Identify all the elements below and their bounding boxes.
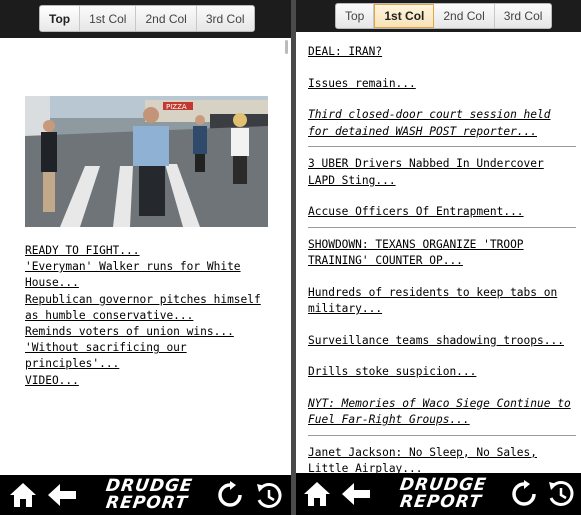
logo-line-2: REPORT <box>104 493 190 513</box>
list-item: NYT: Memories of Waco Siege Continue to … <box>308 396 576 436</box>
headline-link[interactable]: Hundreds of residents to keep tabs on mi… <box>308 285 576 318</box>
list-item: Drills stoke suspicion... <box>308 364 576 387</box>
list-item: DEAL: IRAN? <box>308 44 576 67</box>
headline-link[interactable]: Accuse Officers Of Entrapment... <box>308 204 576 221</box>
headline-link[interactable]: Issues remain... <box>308 76 576 93</box>
list-item: 3 UBER Drivers Nabbed In Undercover LAPD… <box>308 156 576 195</box>
headline-link[interactable]: DEAL: IRAN? <box>308 44 576 61</box>
right-pane: Top 1st Col 2nd Col 3rd Col DEAL: IRAN? I… <box>296 0 581 515</box>
headline-link[interactable]: Surveillance teams shadowing troops... <box>308 333 576 350</box>
scroll-thumb[interactable] <box>285 40 288 54</box>
reload-history-icon[interactable] <box>254 481 284 511</box>
headline-link[interactable]: 'Without sacrificing our principles'... <box>25 340 275 372</box>
list-item: Hundreds of residents to keep tabs on mi… <box>308 285 576 324</box>
list-item: Surveillance teams shadowing troops... <box>308 333 576 356</box>
headline-link[interactable]: 3 UBER Drivers Nabbed In Undercover LAPD… <box>308 156 576 189</box>
column-tabs: Top 1st Col 2nd Col 3rd Col <box>335 3 553 29</box>
tab-top[interactable]: Top <box>336 4 375 28</box>
headline-link[interactable]: SHOWDOWN: TEXANS ORGANIZE 'TROOP TRAININ… <box>308 237 576 270</box>
headline-link[interactable]: Republican governor pitches himself as h… <box>25 292 275 324</box>
headline-list: READY TO FIGHT... 'Everyman' Walker runs… <box>25 243 275 389</box>
list-item: Accuse Officers Of Entrapment... <box>308 204 576 228</box>
bottom-bar: DRUDGE REPORT <box>0 475 291 515</box>
tab-2nd-col[interactable]: 2nd Col <box>136 6 197 31</box>
photo-illustration: PIZZA <box>25 96 268 227</box>
headline-link[interactable]: 'Everyman' Walker runs for White House..… <box>25 259 275 291</box>
tab-3rd-col[interactable]: 3rd Col <box>196 6 254 31</box>
tab-top[interactable]: Top <box>40 6 81 31</box>
left-pane: Top 1st Col 2nd Col 3rd Col PIZZA READY … <box>0 0 291 515</box>
tab-2nd-col[interactable]: 2nd Col <box>434 4 495 28</box>
column-tabs: Top 1st Col 2nd Col 3rd Col <box>39 5 255 32</box>
top-bar: Top 1st Col 2nd Col 3rd Col <box>0 0 291 38</box>
list-item: Issues remain... <box>308 76 576 99</box>
headline-link[interactable]: READY TO FIGHT... <box>25 243 275 259</box>
pizza-sign: PIZZA <box>166 103 187 111</box>
headline-list: DEAL: IRAN? Issues remain... Third closed-… <box>308 44 576 493</box>
back-arrow-icon[interactable] <box>340 480 372 508</box>
tab-1st-col[interactable]: 1st Col <box>374 4 435 28</box>
headline-link[interactable]: Third closed-door court session held for… <box>308 107 576 140</box>
headline-link[interactable]: VIDEO... <box>25 373 275 389</box>
drudge-report-logo[interactable]: DRUDGE REPORT <box>386 475 499 512</box>
top-bar: Top 1st Col 2nd Col 3rd Col <box>296 0 581 32</box>
tab-3rd-col[interactable]: 3rd Col <box>494 4 552 28</box>
headline-link[interactable]: Reminds voters of union wins... <box>25 324 275 340</box>
back-arrow-icon[interactable] <box>46 481 78 509</box>
bottom-bar: DRUDGE REPORT <box>296 473 581 515</box>
headline-link[interactable]: NYT: Memories of Waco Siege Continue to … <box>308 396 576 429</box>
tab-1st-col[interactable]: 1st Col <box>80 6 137 31</box>
list-item: Third closed-door court session held for… <box>308 107 576 147</box>
home-icon[interactable] <box>8 481 38 509</box>
logo-line-2: REPORT <box>398 492 484 512</box>
refresh-icon[interactable] <box>216 481 244 509</box>
headline-link[interactable]: Drills stoke suspicion... <box>308 364 576 381</box>
drudge-report-logo[interactable]: DRUDGE REPORT <box>92 476 205 513</box>
refresh-icon[interactable] <box>510 480 538 508</box>
home-icon[interactable] <box>302 480 332 508</box>
list-item: SHOWDOWN: TEXANS ORGANIZE 'TROOP TRAININ… <box>308 237 576 276</box>
reload-history-icon[interactable] <box>546 479 576 509</box>
headline-photo[interactable]: PIZZA <box>25 96 268 227</box>
